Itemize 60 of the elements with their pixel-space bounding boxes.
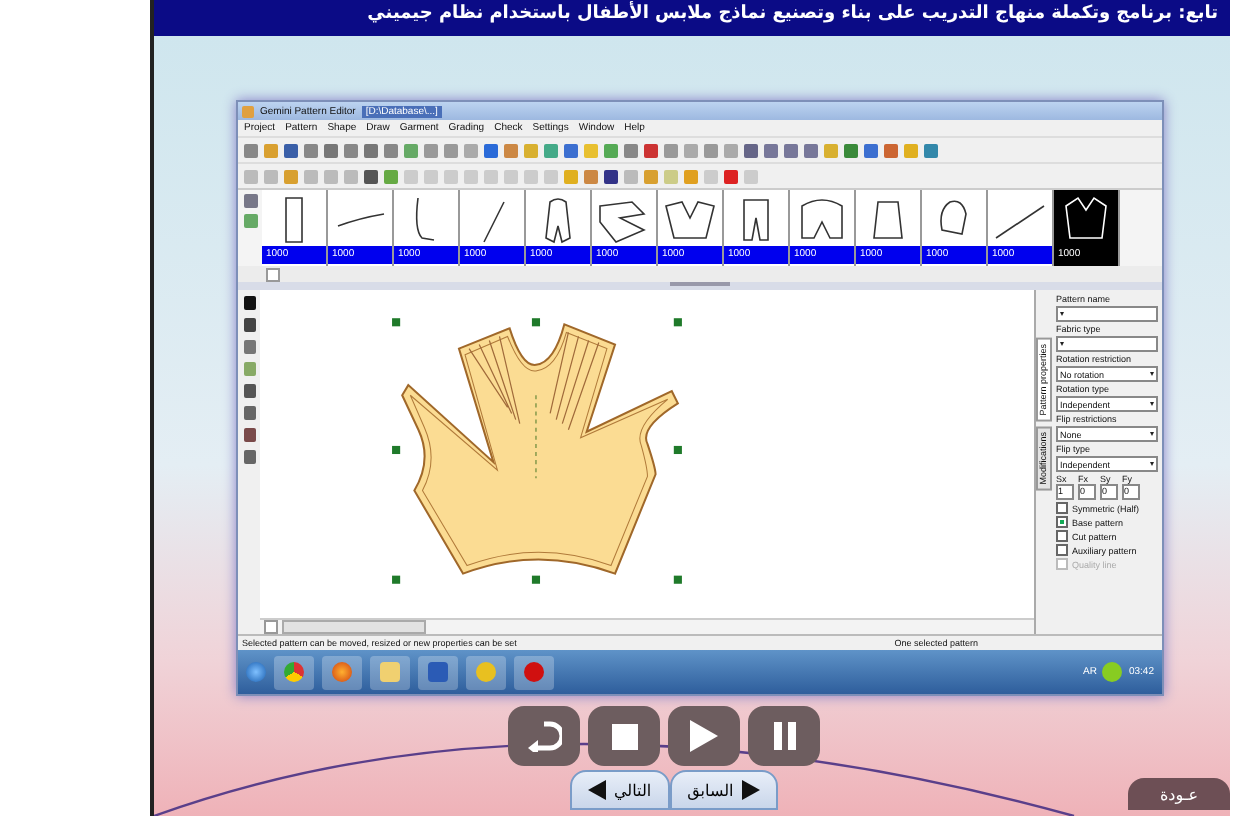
taskbar-button[interactable] [274, 655, 314, 689]
scroll-button[interactable] [266, 267, 280, 281]
pause-button[interactable] [748, 706, 820, 766]
caret-icon [1150, 462, 1154, 466]
pattern-outline-icon [415, 197, 435, 241]
pattern-outline-icon [665, 201, 715, 239]
pattern-outline-icon [873, 201, 903, 239]
taskbar-button[interactable] [514, 655, 554, 689]
selection-handle[interactable] [673, 445, 682, 455]
nav-button[interactable]: التالي [570, 770, 670, 810]
selection-handle[interactable] [392, 575, 401, 584]
checkbox[interactable] [1056, 530, 1068, 542]
replay-icon [526, 720, 562, 752]
checkbox[interactable] [1056, 516, 1068, 528]
selection-handle[interactable] [531, 575, 541, 584]
selection-handle[interactable] [673, 318, 682, 327]
taskbar-button[interactable] [322, 655, 362, 689]
selection-handle[interactable] [531, 318, 541, 327]
pattern-outline-icon [940, 200, 967, 235]
lesson-title: تابع: برنامج وتكملة منهاج التدريب على بناء وتصنيع نماذج ملابس الأطفال باستخدام نظام جيميني [367, 4, 1218, 28]
scrollbar-thumb[interactable] [282, 620, 426, 634]
stop-button[interactable] [588, 706, 660, 766]
caret-icon [1150, 402, 1154, 406]
pause-icon [773, 722, 795, 750]
play-button[interactable] [668, 706, 740, 766]
pattern-outline-icon [285, 197, 303, 243]
caret-icon [1150, 372, 1154, 376]
left-arrow-icon [588, 780, 606, 800]
tray-icon[interactable] [1102, 662, 1123, 682]
checkbox[interactable] [1056, 502, 1068, 514]
start-orb-icon[interactable] [246, 662, 266, 682]
taskbar-button[interactable] [466, 655, 506, 689]
pattern-outline-icon [743, 199, 769, 241]
scroll-button[interactable] [264, 620, 278, 634]
nav-button[interactable]: السابق [669, 770, 778, 810]
pattern-outline-icon [1065, 196, 1107, 239]
right-arrow-icon [741, 780, 760, 800]
caret-icon [1060, 342, 1064, 346]
pattern-outline-icon [995, 205, 1045, 239]
pattern-outline-icon [545, 198, 571, 243]
caret-icon [1150, 432, 1154, 436]
stop-icon [611, 723, 637, 749]
pattern-outline-icon [483, 201, 505, 243]
caret-icon [1060, 312, 1064, 316]
selection-handle[interactable] [673, 575, 682, 584]
checkbox[interactable] [1056, 544, 1068, 556]
zoom-icon[interactable] [243, 214, 257, 228]
selection-handle[interactable] [392, 445, 401, 455]
play-icon [690, 720, 718, 752]
taskbar-button[interactable] [370, 655, 410, 689]
replay-button[interactable] [508, 706, 580, 766]
pattern-outline-icon [801, 199, 843, 239]
selection-handle[interactable] [392, 318, 401, 327]
pattern-outline-icon [599, 201, 646, 243]
app-icon [242, 105, 254, 117]
taskbar-button[interactable] [418, 655, 458, 689]
dropdown-field[interactable] [1056, 306, 1158, 322]
back-button[interactable]: عـودة [1127, 778, 1230, 810]
dropdown-field[interactable] [1056, 336, 1158, 352]
pattern-outline-icon [337, 213, 385, 227]
